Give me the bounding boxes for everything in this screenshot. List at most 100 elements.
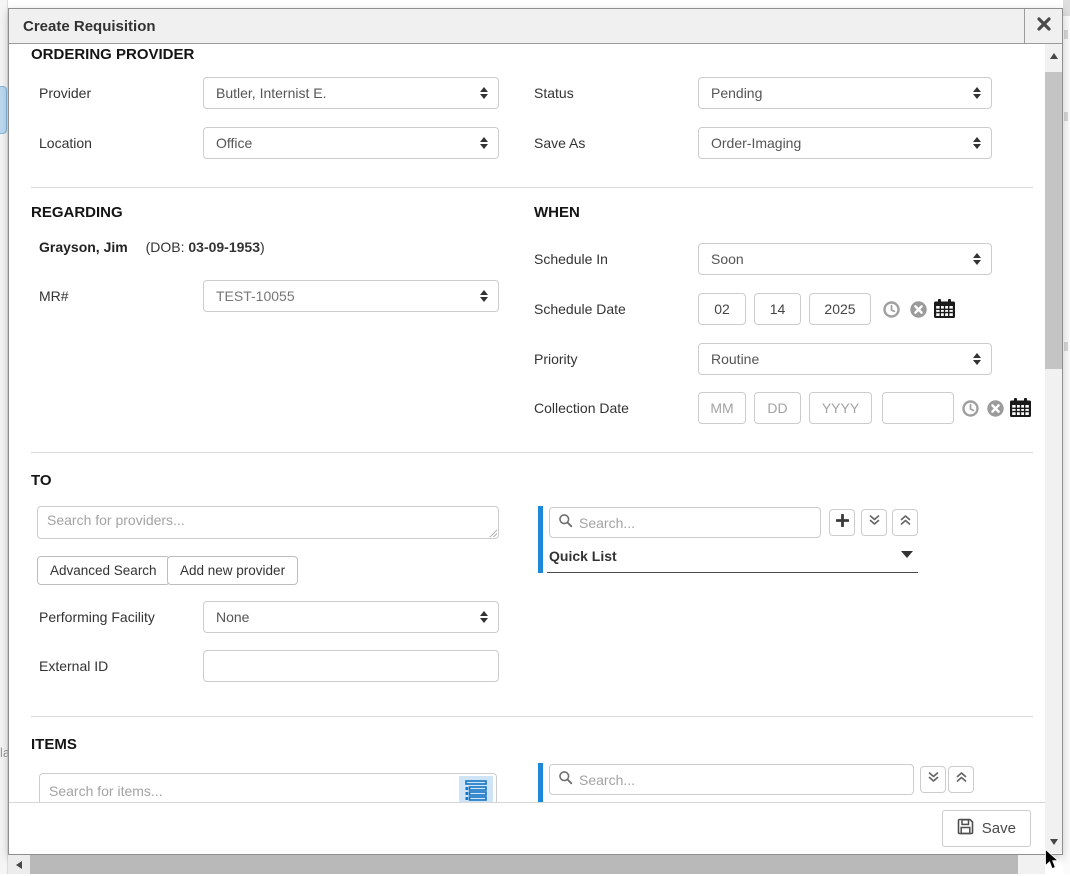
save-as-select[interactable]: Order-Imaging [698, 127, 992, 159]
scroll-left-arrow[interactable] [8, 855, 30, 874]
schedule-date-calendar-icon[interactable] [934, 299, 955, 318]
mouse-cursor [1044, 849, 1061, 876]
when-heading: WHEN [534, 204, 580, 222]
dialog-title: Create Requisition [9, 9, 1062, 44]
quick-list-header[interactable]: Quick List [549, 546, 617, 566]
quick-list-caret-icon[interactable] [901, 551, 913, 558]
close-icon [1037, 17, 1051, 36]
patient-name: Grayson, Jim [39, 239, 128, 255]
section-divider [31, 452, 1033, 453]
save-icon [957, 818, 974, 839]
collection-day-input[interactable] [754, 392, 801, 424]
collection-time-input[interactable] [882, 392, 954, 424]
status-select[interactable]: Pending [698, 77, 992, 109]
patient-dob-value: 03-09-1953 [188, 239, 260, 255]
mr-select-value: TEST-10055 [216, 282, 295, 310]
select-caret-icon [973, 353, 981, 365]
provider-select-value: Butler, Internist E. [216, 79, 327, 107]
patient-line: Grayson, Jim (DOB: 03-09-1953) [39, 239, 265, 255]
search-icon [558, 513, 573, 533]
priority-select[interactable]: Routine [698, 343, 992, 375]
performing-facility-label: Performing Facility [39, 601, 155, 633]
textarea-resize-handle[interactable] [488, 528, 497, 537]
collapse-all-button[interactable] [892, 509, 918, 536]
collection-month-input[interactable] [698, 392, 746, 424]
mr-select[interactable]: TEST-10055 [203, 280, 499, 312]
item-search-input[interactable] [39, 773, 497, 802]
save-as-label: Save As [534, 127, 585, 159]
vertical-scrollbar-thumb[interactable] [1045, 72, 1062, 369]
background-text-fragment: la [0, 744, 8, 762]
external-id-input[interactable] [203, 650, 499, 682]
provider-select[interactable]: Butler, Internist E. [203, 77, 499, 109]
location-select[interactable]: Office [203, 127, 499, 159]
scroll-up-arrow[interactable] [1045, 47, 1062, 64]
background-right-mark [1064, 112, 1068, 121]
background-right-mark [1064, 30, 1068, 39]
schedule-in-label: Schedule In [534, 243, 608, 275]
dialog-titlebar: Create Requisition [9, 9, 1062, 44]
section-divider [31, 716, 1033, 717]
priority-label: Priority [534, 343, 578, 375]
patient-dob: (DOB: 03-09-1953) [146, 239, 265, 255]
schedule-day-input[interactable] [754, 293, 801, 325]
background-page-right-edge [1063, 0, 1070, 874]
vertical-scrollbar[interactable] [1045, 44, 1062, 853]
performing-facility-select[interactable]: None [203, 601, 499, 633]
items-heading: ITEMS [31, 736, 77, 754]
item-list-toggle[interactable] [459, 776, 493, 802]
double-chevron-up-icon [955, 771, 968, 789]
status-select-value: Pending [711, 79, 762, 107]
background-blue-element-fragment [0, 86, 7, 134]
save-button[interactable]: Save [942, 810, 1031, 847]
select-caret-icon [973, 253, 981, 265]
provider-search-textarea[interactable] [37, 506, 499, 539]
external-id-label: External ID [39, 650, 108, 682]
horizontal-scrollbar[interactable] [8, 855, 1045, 874]
regarding-heading: REGARDING [31, 204, 123, 222]
collection-time-clock-icon[interactable] [962, 400, 979, 417]
items-panel-search-input[interactable] [579, 772, 913, 788]
advanced-search-button[interactable]: Advanced Search [37, 556, 170, 585]
to-panel-accent-bar [538, 506, 543, 573]
items-expand-all-button[interactable] [920, 766, 946, 793]
schedule-in-select-value: Soon [711, 245, 744, 273]
save-as-select-value: Order-Imaging [711, 129, 801, 157]
provider-label: Provider [39, 77, 91, 109]
location-label: Location [39, 127, 92, 159]
items-collapse-all-button[interactable] [948, 766, 974, 793]
add-new-provider-button[interactable]: Add new provider [167, 556, 298, 585]
expand-all-button[interactable] [861, 509, 887, 536]
schedule-month-input[interactable] [698, 293, 746, 325]
close-button[interactable] [1024, 9, 1062, 44]
dialog-scroll-area: ORDERING PROVIDER Provider Butler, Inter… [9, 44, 1045, 802]
status-label: Status [534, 77, 574, 109]
collection-date-calendar-icon[interactable] [1010, 398, 1031, 417]
double-chevron-up-icon [899, 514, 912, 532]
schedule-in-select[interactable]: Soon [698, 243, 992, 275]
ordering-provider-heading: ORDERING PROVIDER [31, 46, 194, 64]
select-caret-icon [480, 87, 488, 99]
add-provider-quick-button[interactable] [829, 509, 855, 536]
select-caret-icon [973, 87, 981, 99]
double-chevron-down-icon [927, 771, 940, 789]
schedule-time-clock-icon[interactable] [883, 301, 900, 318]
schedule-date-clear-icon[interactable] [910, 301, 927, 318]
scroll-down-arrow[interactable] [1045, 833, 1062, 850]
schedule-year-input[interactable] [809, 293, 871, 325]
priority-select-value: Routine [711, 345, 759, 373]
background-right-fragment [1063, 0, 1070, 16]
select-caret-icon [480, 137, 488, 149]
save-button-label: Save [982, 820, 1016, 837]
schedule-date-label: Schedule Date [534, 293, 626, 325]
items-panel-search-box[interactable] [549, 764, 914, 795]
collection-date-label: Collection Date [534, 392, 629, 424]
horizontal-scrollbar-thumb[interactable] [30, 855, 1018, 874]
collection-date-clear-icon[interactable] [987, 400, 1004, 417]
collection-year-input[interactable] [809, 392, 872, 424]
select-caret-icon [480, 290, 488, 302]
items-panel-accent-bar [538, 763, 543, 802]
to-panel-search-input[interactable] [579, 515, 820, 531]
select-caret-icon [480, 611, 488, 623]
to-panel-search-box[interactable] [549, 507, 821, 538]
